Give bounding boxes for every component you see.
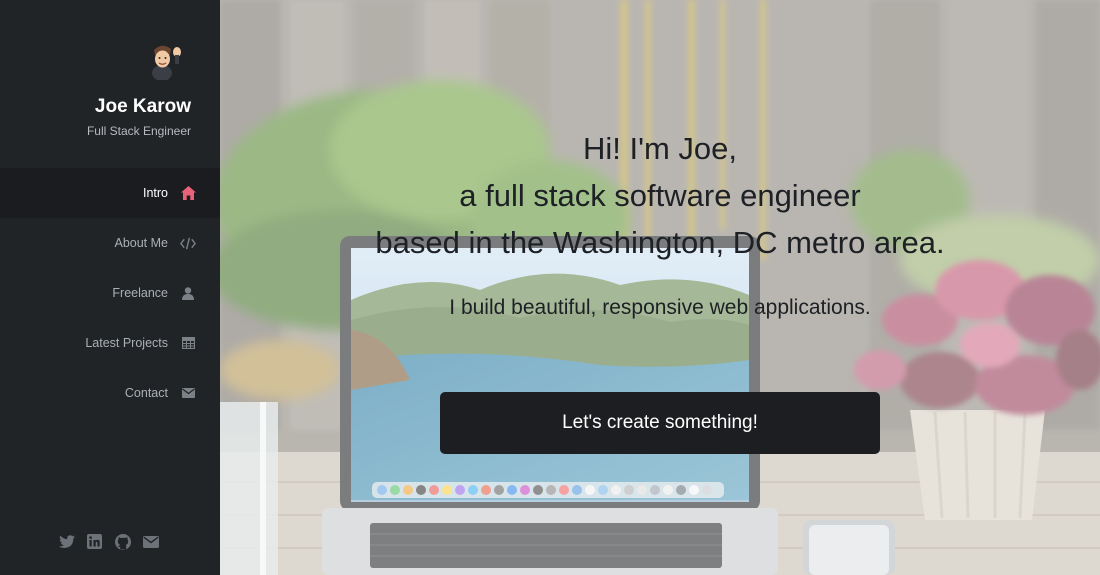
memoji-waving-icon: [152, 45, 181, 81]
github-icon[interactable]: [114, 533, 131, 550]
cta-button[interactable]: Let's create something!: [440, 392, 880, 454]
code-icon: [180, 235, 196, 251]
profile-role: Full Stack Engineer: [86, 124, 191, 138]
sidebar-item-label: Contact: [124, 386, 168, 400]
sidebar-item-latest-projects[interactable]: Latest Projects: [0, 318, 220, 368]
hero-overlay: [220, 0, 1100, 575]
linkedin-icon[interactable]: [86, 533, 103, 550]
profile-name: Joe Karow: [94, 96, 191, 117]
sidebar-item-label: Intro: [142, 186, 168, 200]
envelope-icon: [180, 385, 196, 401]
sidebar-item-intro[interactable]: Intro: [0, 168, 220, 218]
headline-line-2: a full stack software engineer: [459, 178, 861, 213]
sidebar-item-label: Freelance: [112, 286, 168, 300]
envelope-icon[interactable]: [142, 533, 159, 550]
headline-line-3: based in the Washington, DC metro area.: [375, 225, 945, 260]
sidebar-item-contact[interactable]: Contact: [0, 368, 220, 418]
table-icon: [180, 335, 196, 351]
hero-headline: Hi! I'm Joe, a full stack software engin…: [220, 125, 1100, 266]
sidebar-item-label: About Me: [114, 236, 168, 250]
headline-line-1: Hi! I'm Joe,: [582, 131, 738, 166]
sidebar-item-freelance[interactable]: Freelance: [0, 268, 220, 318]
avatar: [146, 40, 186, 81]
sidebar-nav: Intro About Me Freelance Latest Projects…: [0, 168, 220, 418]
hero-section: Hi! I'm Joe, a full stack software engin…: [220, 0, 1100, 575]
twitter-icon[interactable]: [58, 533, 75, 550]
user-icon: [180, 285, 196, 301]
social-links: [58, 533, 159, 550]
hero-subheadline: I build beautiful, responsive web applic…: [449, 296, 871, 319]
sidebar: Joe Karow Full Stack Engineer Intro Abou…: [0, 0, 220, 575]
sidebar-item-label: Latest Projects: [85, 336, 168, 350]
home-icon: [180, 185, 196, 201]
sidebar-item-about-me[interactable]: About Me: [0, 218, 220, 268]
